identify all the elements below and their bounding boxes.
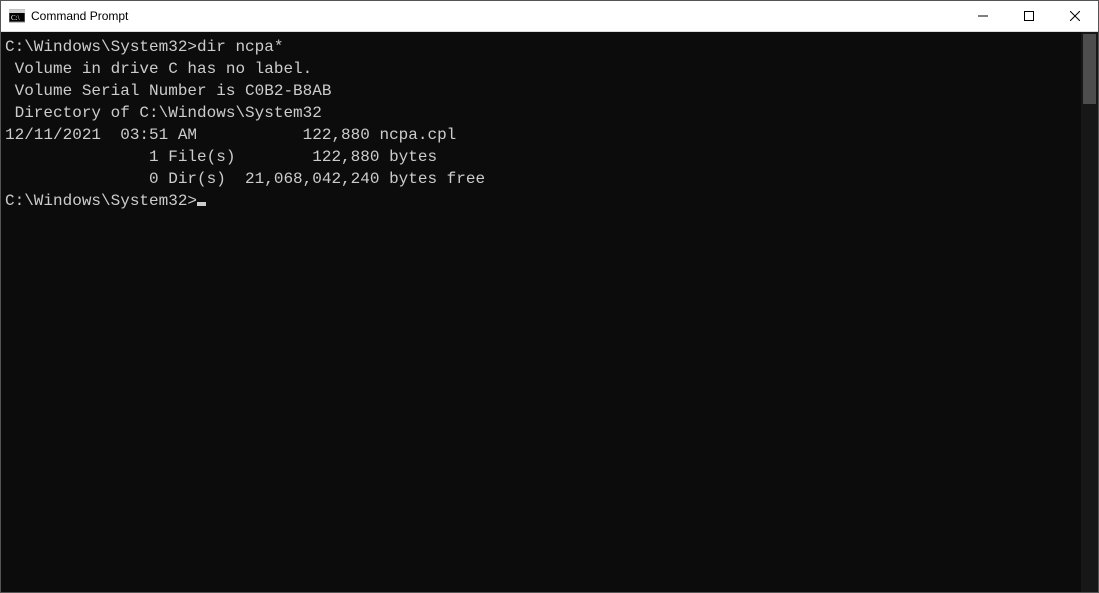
window-title: Command Prompt (31, 9, 960, 23)
terminal-line: Volume Serial Number is C0B2-B8AB (5, 80, 1075, 102)
titlebar[interactable]: C:\ Command Prompt (1, 1, 1098, 32)
terminal-line: 0 Dir(s) 21,068,042,240 bytes free (5, 168, 1075, 190)
cursor (197, 202, 206, 206)
close-button[interactable] (1052, 1, 1098, 31)
typed-command: dir ncpa* (197, 38, 283, 56)
terminal-line: C:\Windows\System32> (5, 190, 1075, 212)
svg-text:C:\: C:\ (11, 14, 20, 22)
prompt-path: C:\Windows\System32> (5, 192, 197, 210)
terminal-line: Volume in drive C has no label. (5, 58, 1075, 80)
cmd-icon: C:\ (9, 8, 25, 24)
terminal-line: Directory of C:\Windows\System32 (5, 102, 1075, 124)
command-prompt-window: C:\ Command Prompt C:\Windows\System32>d… (0, 0, 1099, 593)
terminal-line: 1 File(s) 122,880 bytes (5, 146, 1075, 168)
maximize-button[interactable] (1006, 1, 1052, 31)
minimize-button[interactable] (960, 1, 1006, 31)
terminal-line: 12/11/2021 03:51 AM 122,880 ncpa.cpl (5, 124, 1075, 146)
window-controls (960, 1, 1098, 31)
terminal-output[interactable]: C:\Windows\System32>dir ncpa* Volume in … (1, 32, 1081, 592)
terminal-area: C:\Windows\System32>dir ncpa* Volume in … (1, 32, 1098, 592)
scrollbar-thumb[interactable] (1083, 34, 1096, 104)
vertical-scrollbar[interactable] (1081, 32, 1098, 592)
prompt-path: C:\Windows\System32> (5, 38, 197, 56)
terminal-line: C:\Windows\System32>dir ncpa* (5, 36, 1075, 58)
